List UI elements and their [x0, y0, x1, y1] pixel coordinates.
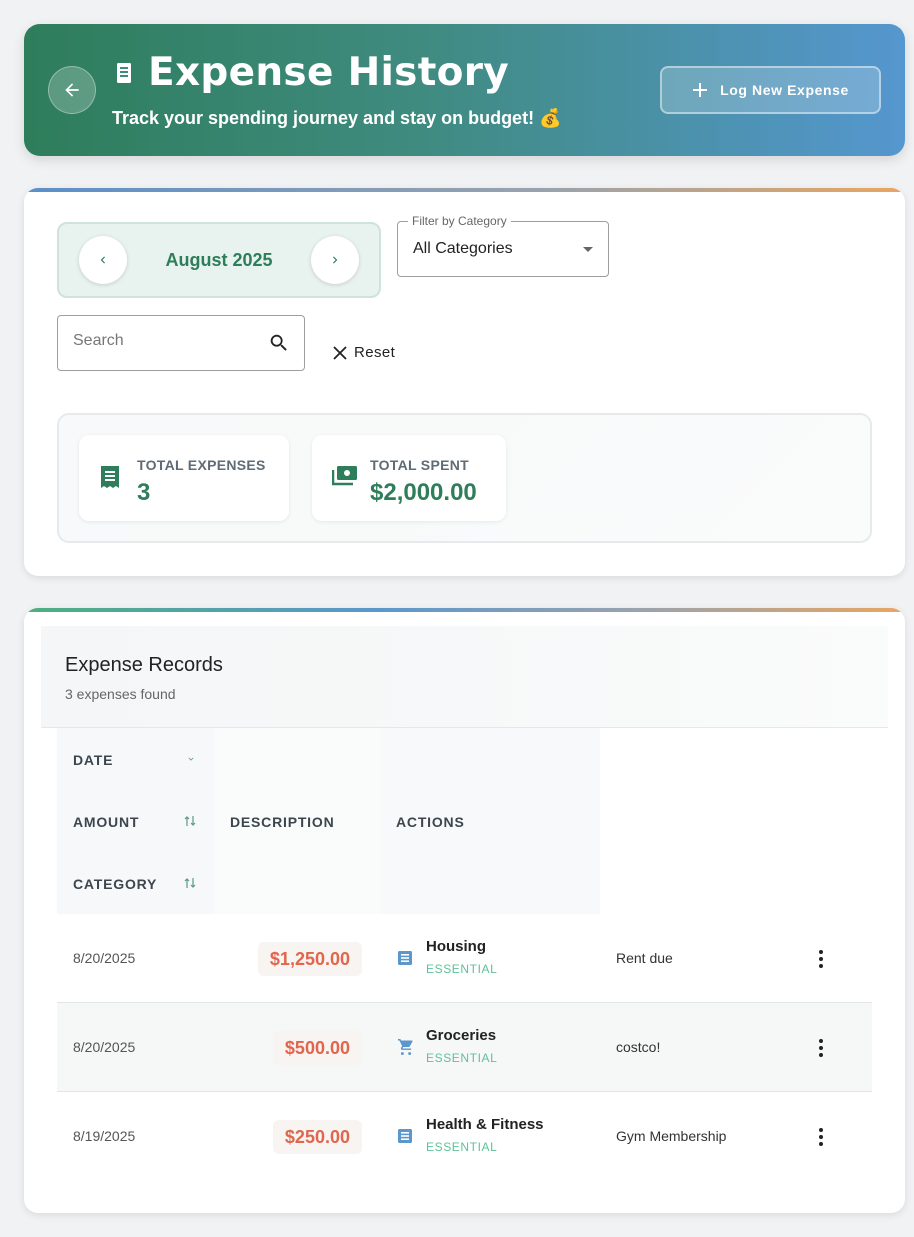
category-filter-select[interactable]: Filter by Category All Categories: [397, 214, 609, 277]
receipt-icon: [397, 1128, 413, 1149]
category-filter-value: All Categories: [413, 240, 513, 257]
page-subtitle: Track your spending journey and stay on …: [112, 108, 562, 128]
records-title: Expense Records: [65, 654, 223, 676]
column-label-description: DESCRIPTION: [230, 814, 335, 830]
receipt-icon: [114, 61, 134, 85]
column-header-amount[interactable]: AMOUNT: [57, 790, 214, 852]
next-month-button[interactable]: [311, 236, 359, 284]
total-expenses-stat: TOTAL EXPENSES 3: [79, 435, 289, 521]
row-category: Groceries: [426, 1027, 497, 1044]
search-icon[interactable]: [268, 332, 290, 359]
column-header-description[interactable]: DESCRIPTION: [214, 728, 380, 914]
search-field: [57, 315, 305, 371]
column-header-actions: ACTIONS: [380, 728, 600, 914]
back-button[interactable]: [48, 66, 96, 114]
row-amount: $250.00: [272, 1120, 362, 1154]
row-description: Gym Membership: [616, 1128, 727, 1144]
row-amount: $500.00: [272, 1031, 362, 1065]
row-category-tag: ESSENTIAL: [426, 1140, 498, 1154]
column-label-actions: ACTIONS: [396, 814, 465, 830]
search-input[interactable]: [73, 332, 253, 350]
plus-icon: [693, 83, 708, 97]
row-category: Housing: [426, 938, 486, 955]
column-label-category: CATEGORY: [73, 876, 158, 892]
page-header: Expense History Track your spending jour…: [24, 24, 905, 156]
column-label-amount: AMOUNT: [73, 814, 140, 830]
column-header-date[interactable]: DATE: [57, 728, 214, 790]
reset-button[interactable]: Reset: [332, 344, 395, 361]
chevron-down-icon: [188, 757, 194, 761]
total-expenses-value: 3: [137, 479, 151, 506]
total-spent-label: TOTAL SPENT: [370, 457, 469, 473]
title-row: Expense History: [114, 50, 509, 95]
reset-label: Reset: [354, 344, 396, 361]
more-vert-icon[interactable]: [809, 944, 833, 974]
receipt-icon: [397, 950, 413, 971]
table-row[interactable]: 8/20/2025 $1,250.00 Housing ESSENTIAL Re…: [57, 914, 872, 1003]
sort-icon: [184, 816, 196, 826]
sort-icon: [184, 878, 196, 888]
records-header: Expense Records 3 expenses found: [41, 626, 888, 728]
records-card: Expense Records 3 expenses found DATE AM…: [24, 608, 905, 1213]
page-title: Expense History: [148, 50, 509, 95]
row-category-tag: ESSENTIAL: [426, 1051, 498, 1065]
month-navigator: August 2025: [57, 222, 381, 298]
stats-panel: TOTAL EXPENSES 3 TOTAL SPENT $2,000.00: [57, 413, 872, 543]
row-amount: $1,250.00: [257, 942, 362, 976]
cart-icon: [397, 1039, 415, 1060]
more-vert-icon[interactable]: [809, 1033, 833, 1063]
records-count: 3 expenses found: [65, 686, 176, 702]
more-vert-icon[interactable]: [809, 1122, 833, 1152]
row-description: costco!: [616, 1039, 661, 1055]
column-label-date: DATE: [73, 752, 114, 768]
category-filter-label: Filter by Category: [408, 214, 511, 228]
arrow-left-icon: [65, 83, 79, 97]
total-spent-stat: TOTAL SPENT $2,000.00: [312, 435, 506, 521]
caret-down-icon: [583, 247, 593, 252]
receipt-icon: [99, 465, 121, 494]
row-date: 8/20/2025: [73, 1039, 136, 1055]
close-icon: [333, 345, 347, 360]
row-description: Rent due: [616, 950, 673, 966]
table-row[interactable]: 8/20/2025 $500.00 Groceries ESSENTIAL co…: [57, 1003, 872, 1092]
row-date: 8/19/2025: [73, 1128, 136, 1144]
card-accent-stripe: [24, 188, 905, 192]
log-new-expense-button[interactable]: Log New Expense: [660, 66, 881, 114]
row-category-tag: ESSENTIAL: [426, 962, 498, 976]
chevron-right-icon: [333, 256, 338, 264]
table-row[interactable]: 8/19/2025 $250.00 Health & Fitness ESSEN…: [57, 1092, 872, 1181]
money-icon: [331, 465, 358, 492]
filter-card: August 2025 Filter by Category All Categ…: [24, 188, 905, 576]
log-new-expense-label: Log New Expense: [720, 82, 849, 98]
total-expenses-label: TOTAL EXPENSES: [137, 457, 266, 473]
column-header-category[interactable]: CATEGORY: [57, 852, 214, 914]
row-date: 8/20/2025: [73, 950, 136, 966]
total-spent-value: $2,000.00: [370, 479, 477, 506]
card-accent-stripe: [24, 608, 905, 612]
row-category: Health & Fitness: [426, 1116, 544, 1133]
